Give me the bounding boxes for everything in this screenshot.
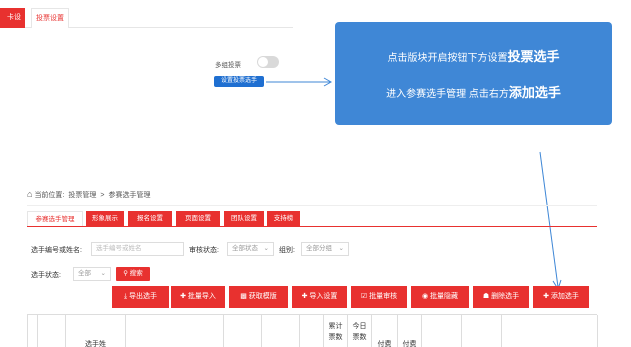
chevron-down-icon: ⌄ <box>263 245 269 252</box>
contestant-table-header: 选手姓 累计票数 今日票数 付费 付费 <box>27 314 598 347</box>
batch-import-label: 批量导入 <box>187 293 216 300</box>
eye-icon: ◉ <box>421 293 429 300</box>
checkbox-icon: ☑ <box>360 293 368 300</box>
search-icon: ⚲ <box>123 270 128 277</box>
batch-hide-label: 批量隐藏 <box>430 293 459 300</box>
get-template-label: 获取模版 <box>248 293 277 300</box>
search-button[interactable]: ⚲ 搜索 <box>116 267 150 281</box>
chevron-down-icon: ⌄ <box>100 270 106 277</box>
add-contestant-button[interactable]: ✚ 添加选手 <box>533 286 589 308</box>
plus-icon: ✚ <box>301 293 308 300</box>
add-contestant-label: 添加选手 <box>550 293 579 300</box>
status-value: 全部 <box>78 270 91 277</box>
table-col-total-votes-text-2: 票数 <box>328 334 343 341</box>
chevron-down-icon: ⌄ <box>338 245 344 252</box>
tab-contestant-management[interactable]: 参赛选手管理 <box>27 211 83 226</box>
export-contestants-label: 导出选手 <box>129 293 158 300</box>
table-col-blank-6 <box>462 315 502 347</box>
table-col-today-votes-text: 今日 <box>352 323 367 330</box>
tab-registration-settings[interactable]: 报名设置 <box>128 211 172 226</box>
tab-image-display[interactable]: 形象展示 <box>86 211 124 226</box>
trash-icon: ☗ <box>482 293 490 300</box>
export-contestants-button[interactable]: ⤓ 导出选手 <box>112 286 169 308</box>
arrow-to-add-button <box>539 151 559 288</box>
download-icon: ⤓ <box>123 293 128 300</box>
group-value: 全部分组 <box>306 245 332 252</box>
table-col-today-votes-text-2: 票数 <box>352 334 367 341</box>
breadcrumb-item-contestants: 参赛选手管理 <box>108 192 151 199</box>
table-col-spacer <box>28 315 38 347</box>
home-icon: ⌂ <box>27 189 33 199</box>
get-template-button[interactable]: ▩ 获取模版 <box>229 286 288 308</box>
batch-audit-label: 批量审核 <box>369 293 398 300</box>
status-label: 选手状态: <box>31 272 61 279</box>
import-settings-button[interactable]: ✚ 导入设置 <box>292 286 347 308</box>
status-select[interactable]: 全部 ⌄ <box>73 267 111 281</box>
table-col-blank-1 <box>126 315 224 347</box>
table-col-blank-5 <box>422 315 462 347</box>
tab-support-ranking[interactable]: 支持榜 <box>267 211 300 226</box>
tab-page-settings[interactable]: 页面设置 <box>176 211 220 226</box>
subtab-underline <box>27 226 597 227</box>
group-label: 组别: <box>279 247 295 254</box>
import-settings-label: 导入设置 <box>309 293 338 300</box>
search-button-label: 搜索 <box>129 270 143 277</box>
id-name-input[interactable]: 选手编号或姓名 <box>91 242 184 256</box>
plus-icon: ✚ <box>543 293 549 300</box>
table-col-paid-2: 付费 <box>398 315 422 347</box>
table-col-name-text: 选手姓 <box>85 341 106 347</box>
breadcrumb-label: 当前位置: <box>34 192 65 199</box>
table-col-blank-3 <box>262 315 300 347</box>
table-col-blank-4 <box>300 315 324 347</box>
table-col-paid-1-text: 付费 <box>377 341 392 347</box>
batch-hide-button[interactable]: ◉ 批量隐藏 <box>411 286 469 308</box>
breadcrumb-item-vote-management[interactable]: 投票管理 <box>68 192 96 199</box>
delete-contestant-label: 删除选手 <box>491 293 520 300</box>
image-icon: ▩ <box>240 293 247 300</box>
breadcrumb-separator: > <box>100 192 105 199</box>
table-col-paid-2-text: 付费 <box>402 341 417 347</box>
audit-status-label: 审核状态: <box>189 247 219 254</box>
table-col-name: 选手姓 <box>66 315 126 347</box>
table-col-total-votes: 累计 票数 <box>324 315 348 347</box>
id-name-label: 选手编号或姓名: <box>31 247 82 254</box>
audit-status-value: 全部状态 <box>232 245 258 252</box>
plus-icon: ✚ <box>180 293 186 300</box>
audit-status-select[interactable]: 全部状态 ⌄ <box>227 242 274 256</box>
table-col-blank-7 <box>502 315 598 347</box>
table-col-paid-1: 付费 <box>372 315 398 347</box>
group-select[interactable]: 全部分组 ⌄ <box>301 242 349 256</box>
tab-team-settings[interactable]: 团队设置 <box>224 211 264 226</box>
table-col-blank-2 <box>224 315 262 347</box>
table-col-select[interactable] <box>38 315 66 347</box>
table-col-total-votes-text: 累计 <box>328 323 343 330</box>
delete-contestant-button[interactable]: ☗ 删除选手 <box>473 286 529 308</box>
batch-audit-button[interactable]: ☑ 批量审核 <box>351 286 407 308</box>
breadcrumb: ⌂ 当前位置: 投票管理 > 参赛选手管理 <box>27 189 154 200</box>
breadcrumb-divider <box>27 205 597 206</box>
table-col-today-votes: 今日 票数 <box>348 315 372 347</box>
batch-import-button[interactable]: ✚ 批量导入 <box>171 286 225 308</box>
